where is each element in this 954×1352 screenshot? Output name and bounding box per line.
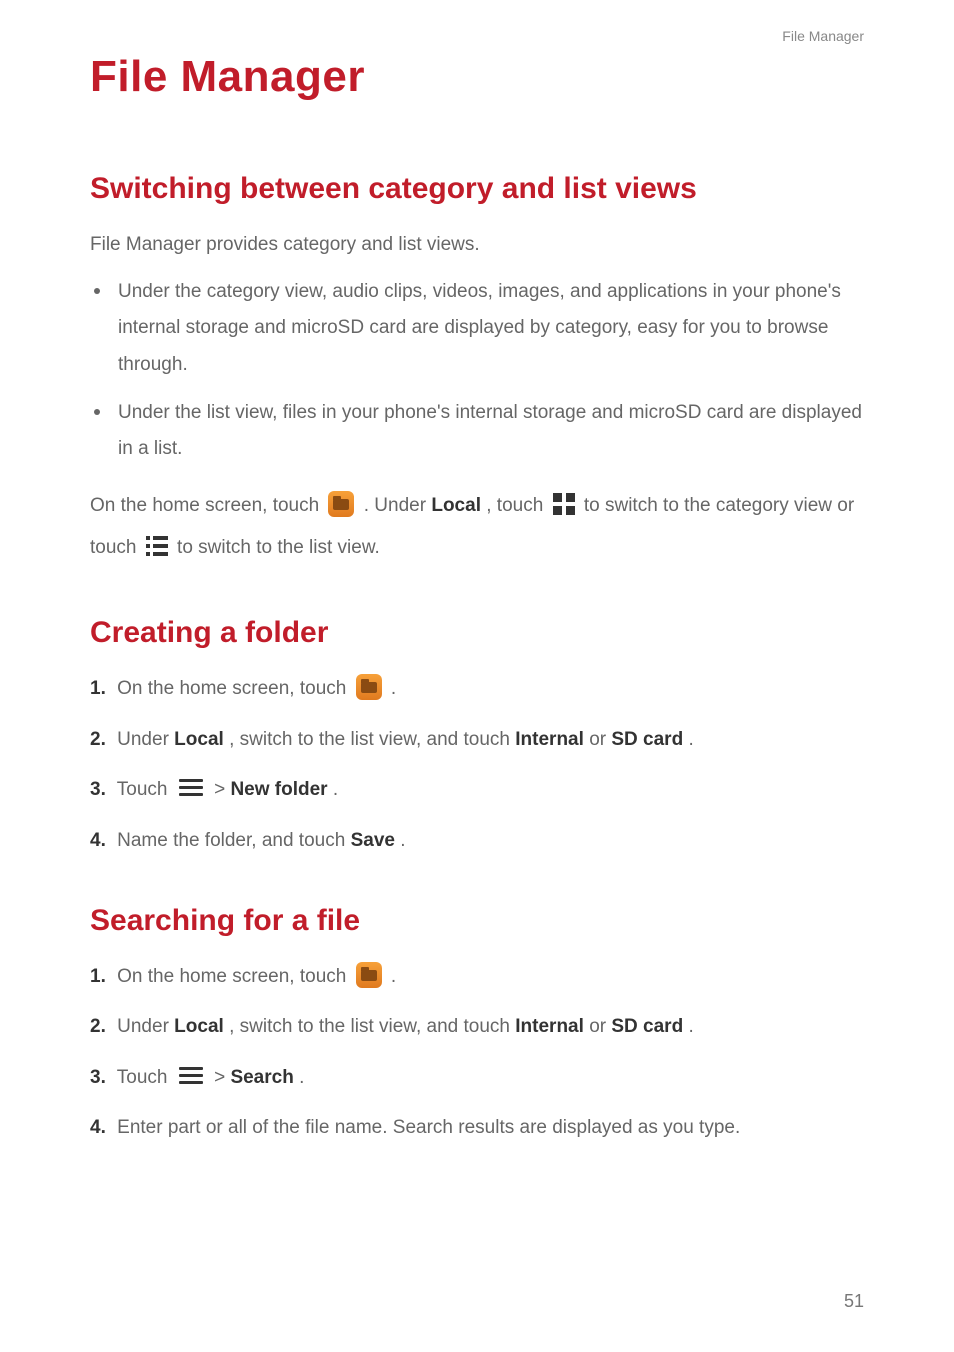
bold-search: Search — [230, 1067, 293, 1088]
list-item: 1. On the home screen, touch . — [90, 962, 864, 992]
bold-new-folder: New folder — [230, 779, 327, 800]
step-number: 1. — [90, 678, 106, 699]
file-manager-app-icon — [328, 491, 354, 517]
text-fragment: Under — [117, 1016, 174, 1037]
bold-sdcard: SD card — [611, 1016, 683, 1037]
bullet-list: Under the category view, audio clips, vi… — [90, 274, 864, 466]
heading-searching-file: Searching for a file — [90, 904, 864, 938]
text-fragment: Under — [117, 729, 174, 750]
step-number: 1. — [90, 966, 106, 987]
instruction-paragraph: On the home screen, touch . Under Local … — [90, 485, 864, 569]
text-fragment: > — [214, 1067, 230, 1088]
list-item: 4. Name the folder, and touch Save . — [90, 826, 864, 856]
text-fragment: . — [333, 779, 338, 800]
step-number: 2. — [90, 729, 106, 750]
step-number: 4. — [90, 830, 106, 851]
bold-save: Save — [351, 830, 395, 851]
text-fragment: , switch to the list view, and touch — [229, 729, 515, 750]
menu-icon — [179, 779, 203, 797]
text-fragment: On the home screen, touch — [117, 678, 351, 699]
heading-switching-views: Switching between category and list view… — [90, 172, 864, 206]
category-view-icon — [553, 493, 575, 515]
text-fragment: , touch — [486, 495, 548, 516]
text-fragment: . — [400, 830, 405, 851]
text-fragment: . — [391, 966, 396, 987]
text-fragment: or — [589, 729, 611, 750]
list-view-icon — [146, 536, 168, 556]
text-fragment: . — [688, 729, 693, 750]
heading-creating-folder: Creating a folder — [90, 616, 864, 650]
ordered-steps: 1. On the home screen, touch . 2. Under … — [90, 674, 864, 856]
step-number: 3. — [90, 1067, 106, 1088]
page: File Manager File Manager Switching betw… — [0, 0, 954, 1352]
page-number: 51 — [844, 1291, 864, 1312]
file-manager-app-icon — [356, 962, 382, 988]
text-fragment: . — [688, 1016, 693, 1037]
step-number: 4. — [90, 1117, 106, 1138]
list-item: 4. Enter part or all of the file name. S… — [90, 1113, 864, 1143]
list-item: 3. Touch > Search . — [90, 1063, 864, 1093]
bold-internal: Internal — [515, 729, 584, 750]
text-fragment: Name the folder, and touch — [117, 830, 350, 851]
text-fragment: Enter part or all of the file name. Sear… — [117, 1117, 740, 1138]
bold-local: Local — [431, 495, 481, 516]
step-number: 2. — [90, 1016, 106, 1037]
text-fragment: > — [214, 779, 230, 800]
intro-paragraph: File Manager provides category and list … — [90, 230, 864, 260]
header-section-label: File Manager — [782, 28, 864, 44]
list-item: 2. Under Local , switch to the list view… — [90, 725, 864, 755]
file-manager-app-icon — [356, 674, 382, 700]
text-fragment: to switch to the list view. — [177, 537, 380, 558]
bold-sdcard: SD card — [611, 729, 683, 750]
text-fragment: , switch to the list view, and touch — [229, 1016, 515, 1037]
text-fragment: On the home screen, touch — [117, 966, 351, 987]
text-fragment: Touch — [117, 779, 173, 800]
page-title: File Manager — [90, 52, 864, 102]
text-fragment: . — [391, 678, 396, 699]
list-item: 3. Touch > New folder . — [90, 775, 864, 805]
text-fragment: . Under — [364, 495, 432, 516]
text-fragment: or — [589, 1016, 611, 1037]
list-item: Under the list view, files in your phone… — [90, 395, 864, 467]
text-fragment: Touch — [117, 1067, 173, 1088]
list-item: 1. On the home screen, touch . — [90, 674, 864, 704]
step-number: 3. — [90, 779, 106, 800]
menu-icon — [179, 1067, 203, 1085]
list-item: Under the category view, audio clips, vi… — [90, 274, 864, 382]
bold-local: Local — [174, 729, 224, 750]
list-item: 2. Under Local , switch to the list view… — [90, 1012, 864, 1042]
ordered-steps: 1. On the home screen, touch . 2. Under … — [90, 962, 864, 1144]
bold-local: Local — [174, 1016, 224, 1037]
bold-internal: Internal — [515, 1016, 584, 1037]
text-fragment: . — [299, 1067, 304, 1088]
text-fragment: On the home screen, touch — [90, 495, 324, 516]
